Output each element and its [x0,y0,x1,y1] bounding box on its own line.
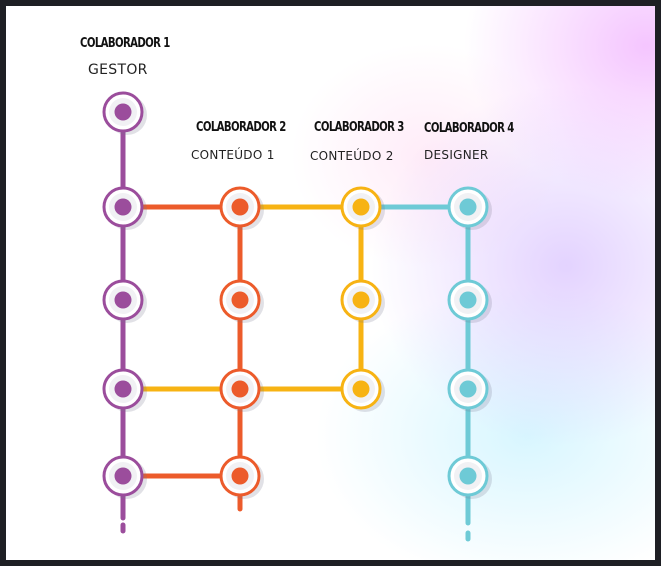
node-collaborator-3-2-dot [352,198,370,216]
node-collaborator-2-3-dot [231,291,249,309]
node-collaborator-1-5-dot [114,467,132,485]
node-collaborator-3-3-dot [352,291,370,309]
node-collaborator-1-1-dot [114,103,132,121]
node-collaborator-4-3-dot [459,291,477,309]
node-collaborator-2-5-dot [231,467,249,485]
canvas: COLABORADOR 1 GESTOR COLABORADOR 2 CONTE… [6,6,655,560]
node-collaborator-2-2-dot [231,198,249,216]
node-collaborator-1-3-dot [114,291,132,309]
node-collaborator-1-4-dot [114,380,132,398]
node-collaborator-3-4-dot [352,380,370,398]
node-collaborator-4-4-dot [459,380,477,398]
collaboration-network-diagram [102,91,492,542]
node-collaborator-4-5-dot [459,467,477,485]
node-collaborator-4-2-dot [459,198,477,216]
node-collaborator-1-2-dot [114,198,132,216]
node-collaborator-2-4-dot [231,380,249,398]
